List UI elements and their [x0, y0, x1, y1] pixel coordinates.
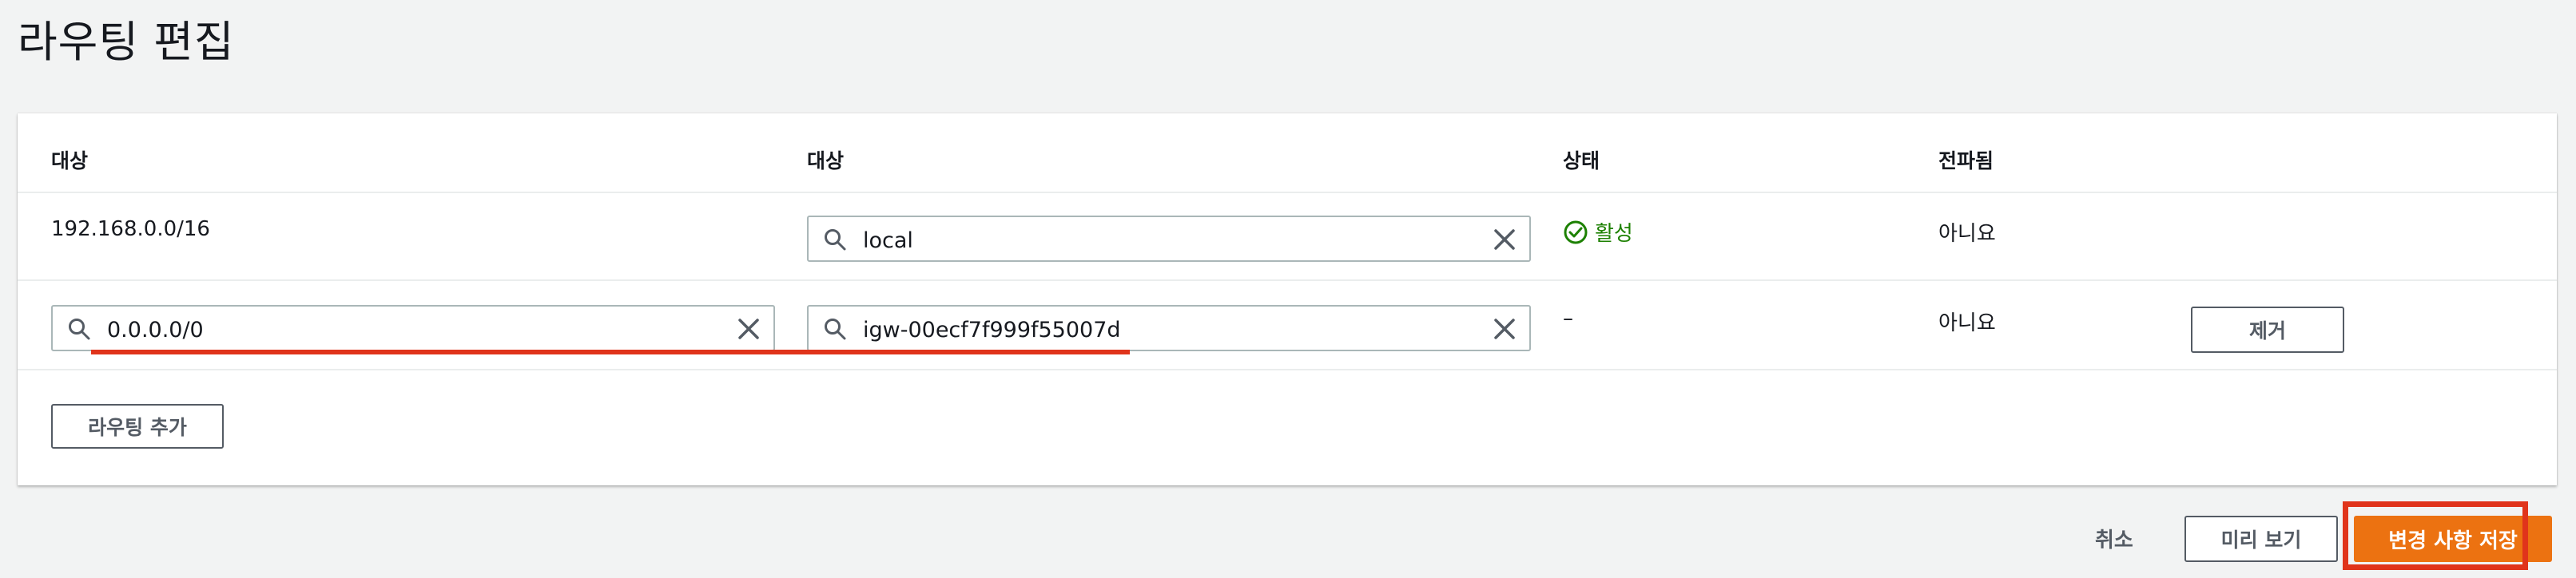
- add-route-button[interactable]: 라우팅 추가: [51, 404, 224, 449]
- route-status: –: [1563, 307, 1573, 331]
- search-icon: [825, 319, 846, 340]
- target-input[interactable]: local: [807, 216, 1531, 262]
- cancel-button[interactable]: 취소: [2095, 524, 2133, 553]
- destination-input-value: 0.0.0.0/0: [107, 318, 204, 342]
- target-input-value: igw-00ecf7f999f55007d: [863, 318, 1121, 342]
- status-active: 활성: [1563, 217, 1683, 246]
- clear-icon[interactable]: [1493, 317, 1517, 341]
- save-changes-button[interactable]: 변경 사항 저장: [2354, 516, 2552, 562]
- column-header-target: 대상: [807, 149, 845, 172]
- status-label: 활성: [1595, 222, 1633, 246]
- divider: [18, 192, 2557, 193]
- routes-panel: 대상 대상 상태 전파됨 192.168.0.0/16 local 활성 아니요…: [18, 113, 2557, 485]
- preview-button[interactable]: 미리 보기: [2184, 516, 2338, 562]
- target-input[interactable]: igw-00ecf7f999f55007d: [807, 305, 1531, 351]
- search-icon: [825, 229, 846, 251]
- target-input-value: local: [863, 228, 913, 253]
- page-title: 라우팅 편집: [18, 17, 235, 67]
- divider: [18, 279, 2557, 281]
- search-icon: [69, 319, 90, 340]
- destination-input[interactable]: 0.0.0.0/0: [51, 305, 775, 351]
- column-header-status: 상태: [1563, 149, 1600, 172]
- clear-icon[interactable]: [1493, 228, 1517, 251]
- route-propagated: 아니요: [1938, 311, 1996, 335]
- route-destination: 192.168.0.0/16: [51, 217, 210, 241]
- column-header-propagated: 전파됨: [1938, 149, 1994, 172]
- divider: [18, 369, 2557, 370]
- check-circle-icon: [1564, 220, 1588, 244]
- route-propagated: 아니요: [1938, 222, 1996, 246]
- annotation-underline: [91, 350, 1130, 354]
- column-header-destination: 대상: [51, 149, 89, 172]
- clear-icon[interactable]: [737, 317, 761, 341]
- remove-route-button[interactable]: 제거: [2191, 307, 2344, 353]
